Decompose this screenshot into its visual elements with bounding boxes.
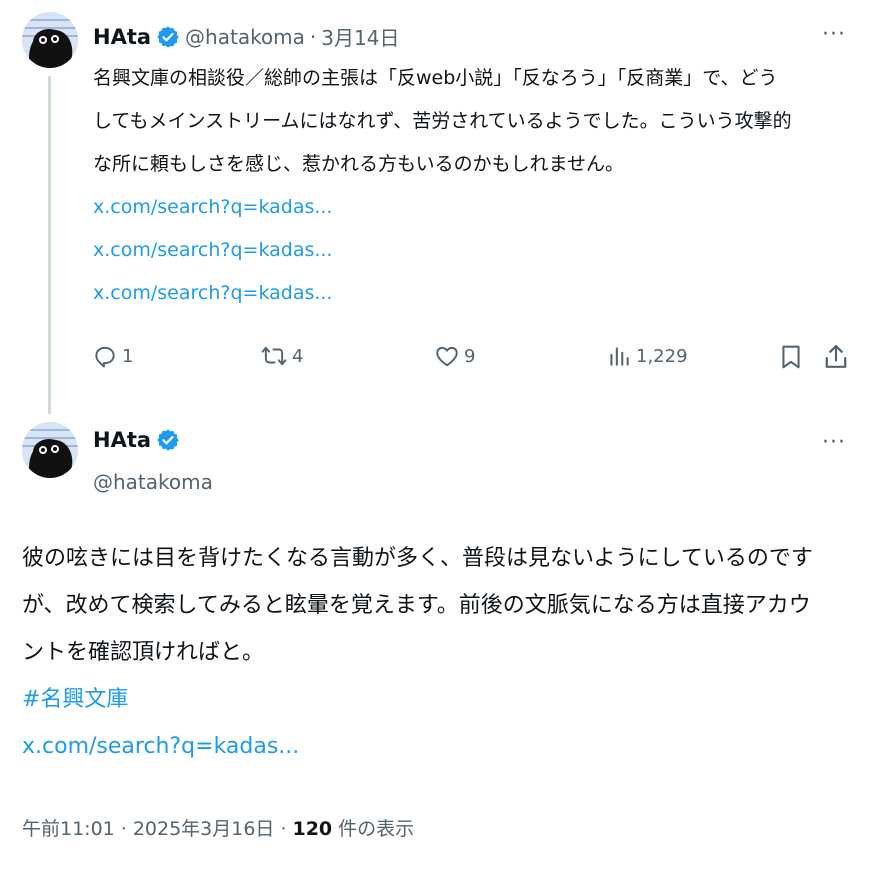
search-link[interactable]: x.com/search?q=kadas... <box>93 186 848 229</box>
reply-icon <box>95 346 115 368</box>
share-icon <box>825 344 847 368</box>
share-button[interactable] <box>822 342 850 376</box>
tweet1-header: HAta @hatakoma · 3月14日 <box>93 22 399 51</box>
like-count: 9 <box>464 345 476 367</box>
retweet-icon <box>261 346 287 366</box>
tweet-text-line: 彼の呟きには目を背けたくなる言動が多く、普段は見ないようにしているのです <box>22 546 813 571</box>
views-count: 120 <box>292 818 333 840</box>
bookmark-icon <box>782 345 800 369</box>
avatar[interactable] <box>22 422 78 478</box>
analytics-icon <box>610 347 629 366</box>
tweet-text-line: な所に頼もしさを感じ、惹かれる方もいるのかもしれません。 <box>93 153 625 175</box>
tweet2-header: HAta <box>93 428 180 452</box>
more-options-icon[interactable]: ··· <box>822 430 846 455</box>
tweet2-text: 彼の呟きには目を背けたくなる言動が多く、普段は見ないようにしているのです が、改… <box>22 535 862 770</box>
views-button[interactable]: 1,229 <box>606 343 688 369</box>
reply-button[interactable]: 1 <box>92 343 133 369</box>
verified-badge-icon[interactable] <box>156 428 180 452</box>
tweet-date[interactable]: 3月14日 <box>321 22 399 51</box>
tweet-text-line: してもメインストリームにはなれず、苦労されているようでした。こういう攻撃的 <box>93 110 792 132</box>
verified-badge-icon[interactable] <box>156 25 180 49</box>
retweet-button[interactable]: 4 <box>260 343 303 369</box>
display-name[interactable]: HAta <box>93 25 151 49</box>
views-label: 件の表示 <box>338 818 415 840</box>
tweet-date[interactable]: 2025年3月16日 <box>133 814 275 841</box>
tweet-time[interactable]: 午前11:01 <box>22 814 115 841</box>
search-link[interactable]: x.com/search?q=kadas... <box>93 229 848 272</box>
handle[interactable]: @hatakoma <box>93 470 213 494</box>
thread-connector <box>48 76 51 414</box>
tweet-meta: 午前11:01 · 2025年3月16日 · 120 件の表示 <box>22 814 414 841</box>
avatar-image <box>22 422 78 478</box>
retweet-count: 4 <box>292 345 304 367</box>
views-count: 1,229 <box>636 345 688 367</box>
search-link[interactable]: x.com/search?q=kadas... <box>93 272 848 315</box>
more-options-icon[interactable]: ··· <box>822 22 846 47</box>
reply-count: 1 <box>122 345 134 367</box>
search-link[interactable]: x.com/search?q=kadas... <box>22 723 862 770</box>
display-name[interactable]: HAta <box>93 428 151 452</box>
tweet1-text: 名興文庫の相談役／総帥の主張は「反web小説」「反なろう」「反商業」で、どう し… <box>93 57 848 315</box>
tweet-text-line: ントを確認頂ければと。 <box>22 640 265 665</box>
like-button[interactable]: 9 <box>434 343 475 369</box>
handle[interactable]: @hatakoma <box>185 25 305 49</box>
tweet-text-line: 名興文庫の相談役／総帥の主張は「反web小説」「反なろう」「反商業」で、どう <box>93 67 778 89</box>
avatar[interactable] <box>22 12 78 68</box>
separator-dot: · <box>280 818 287 840</box>
bookmark-button[interactable] <box>778 342 804 376</box>
separator-dot: · <box>309 24 317 49</box>
separator-dot: · <box>120 818 127 840</box>
hashtag-link[interactable]: #名興文庫 <box>22 676 862 723</box>
heart-icon <box>436 346 458 367</box>
tweet-text-line: が、改めて検索してみると眩暈を覚えます。前後の文脈気になる方は直接アカウ <box>22 593 811 618</box>
avatar-image <box>22 12 78 68</box>
